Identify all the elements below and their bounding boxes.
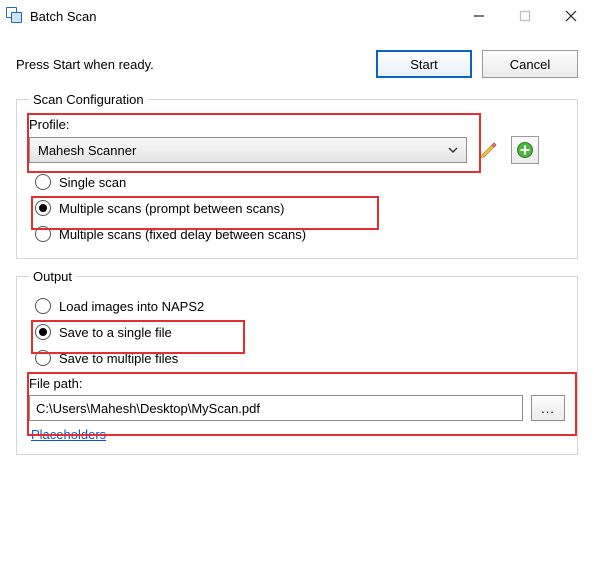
edit-profile-button[interactable] xyxy=(475,136,503,164)
radio-save-single-file[interactable]: Save to a single file xyxy=(35,324,565,340)
plus-icon xyxy=(516,141,534,159)
cancel-button[interactable]: Cancel xyxy=(482,50,578,78)
prompt-text: Press Start when ready. xyxy=(16,57,376,72)
filepath-input[interactable] xyxy=(29,395,523,421)
output-legend: Output xyxy=(29,269,76,284)
profile-block: Profile: Mahesh Scanner xyxy=(29,117,565,164)
radio-label: Save to a single file xyxy=(59,325,172,340)
radio-save-multiple-files[interactable]: Save to multiple files xyxy=(35,350,565,366)
radio-icon xyxy=(35,324,51,340)
placeholders-link[interactable]: Placeholders xyxy=(31,427,106,442)
start-button[interactable]: Start xyxy=(376,50,472,78)
radio-icon xyxy=(35,174,51,190)
profile-value: Mahesh Scanner xyxy=(38,143,444,158)
profile-label: Profile: xyxy=(29,117,565,132)
top-row: Press Start when ready. Start Cancel xyxy=(16,50,578,78)
minimize-button[interactable] xyxy=(456,1,502,31)
app-icon xyxy=(6,7,24,25)
radio-icon xyxy=(35,350,51,366)
radio-label: Multiple scans (prompt between scans) xyxy=(59,201,284,216)
output-group: Output Load images into NAPS2 Save to a … xyxy=(16,269,578,455)
radio-icon xyxy=(35,200,51,216)
radio-label: Multiple scans (fixed delay between scan… xyxy=(59,227,306,242)
radio-label: Load images into NAPS2 xyxy=(59,299,204,314)
radio-multiple-delay[interactable]: Multiple scans (fixed delay between scan… xyxy=(35,226,565,242)
add-profile-button[interactable] xyxy=(511,136,539,164)
radio-icon xyxy=(35,226,51,242)
filepath-label: File path: xyxy=(29,376,565,391)
radio-label: Single scan xyxy=(59,175,126,190)
close-button[interactable] xyxy=(548,1,594,31)
radio-load-into-naps2[interactable]: Load images into NAPS2 xyxy=(35,298,565,314)
radio-icon xyxy=(35,298,51,314)
window-title: Batch Scan xyxy=(30,9,97,24)
maximize-button xyxy=(502,1,548,31)
scan-configuration-legend: Scan Configuration xyxy=(29,92,148,107)
pencil-icon xyxy=(480,141,498,159)
filepath-block: File path: ... xyxy=(29,376,565,421)
scan-configuration-group: Scan Configuration Profile: Mahesh Scann… xyxy=(16,92,578,259)
radio-single-scan[interactable]: Single scan xyxy=(35,174,565,190)
chevron-down-icon xyxy=(444,143,462,158)
radio-label: Save to multiple files xyxy=(59,351,178,366)
profile-combobox[interactable]: Mahesh Scanner xyxy=(29,137,467,163)
radio-multiple-prompt[interactable]: Multiple scans (prompt between scans) xyxy=(35,200,565,216)
titlebar: Batch Scan xyxy=(0,0,594,32)
browse-button[interactable]: ... xyxy=(531,395,565,421)
